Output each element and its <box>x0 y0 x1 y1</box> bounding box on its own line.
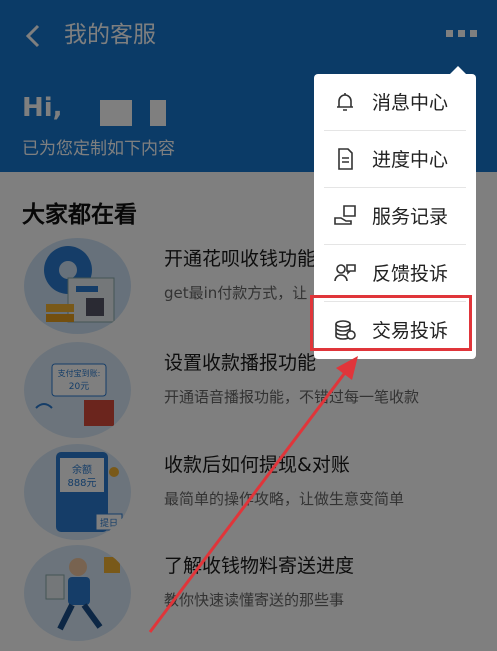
annotation-arrow <box>148 356 358 633</box>
